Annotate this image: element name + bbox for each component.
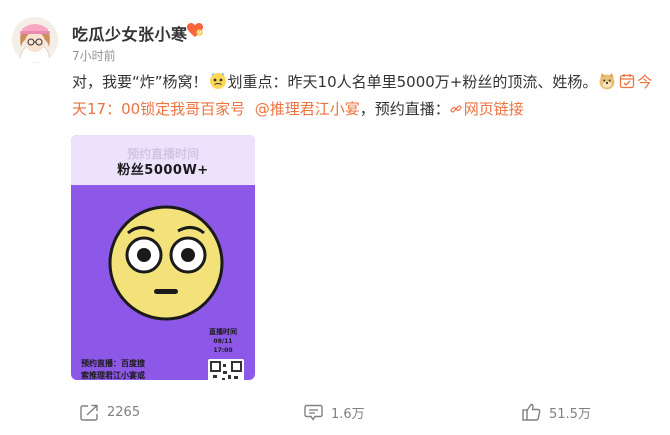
mention-link[interactable]: @推理君江小宴 <box>255 100 360 118</box>
post-time[interactable]: 7小时前 <box>72 47 116 64</box>
comment-button[interactable]: 1.6万 <box>304 402 365 422</box>
live-time-block: 直播时间 08/11 17:00 <box>199 328 247 355</box>
post-text: 对，我要“炸”杨窝！ 划重点：昨天10人名单里5000万+粉丝的顶流、姓杨。 今 天… <box>72 69 662 123</box>
qr-code <box>208 359 244 380</box>
comment-count: 1.6万 <box>331 406 365 422</box>
repost-icon <box>80 404 98 421</box>
post-text-segment: ，预约直播： <box>359 100 450 118</box>
svg-text:V: V <box>198 30 202 36</box>
repost-button[interactable]: 2265 <box>80 402 140 422</box>
avatar[interactable] <box>12 17 58 63</box>
live-date: 08/11 <box>213 338 233 345</box>
poster-note: 预约直播：百度搜 索推理君江小宴或 <box>81 358 145 380</box>
nervous-emoji-icon <box>209 72 227 90</box>
doge-emoji-icon <box>598 72 616 90</box>
web-link-label: 网页链接 <box>463 100 524 118</box>
poster-note-line: 预约直播：百度搜 <box>81 359 145 368</box>
author-name[interactable]: 吃瓜少女张小寒 <box>72 21 188 45</box>
flushed-face-illustration <box>108 205 224 321</box>
comment-icon <box>304 404 323 421</box>
like-count: 51.5万 <box>549 406 591 422</box>
like-button[interactable]: 51.5万 <box>522 402 591 422</box>
web-link[interactable]: 网页链接 <box>450 100 524 118</box>
like-icon <box>522 403 541 421</box>
topic-link-continued[interactable]: 天17：00锁定我哥百家号 <box>72 100 245 118</box>
repost-count: 2265 <box>107 404 141 420</box>
live-hour: 17:00 <box>213 347 233 354</box>
calendar-icon <box>618 72 636 90</box>
link-icon <box>450 97 462 113</box>
post-text-segment: 对，我要“炸”杨窝！ <box>72 73 208 91</box>
post-text-segment: 划重点：昨天10人名单里5000万+粉丝的顶流、姓杨。 <box>227 73 598 91</box>
poster-note-line: 索推理君江小宴或 <box>81 371 145 380</box>
poster-banner: 粉丝5000W+ <box>117 163 209 178</box>
live-time-label: 直播时间 <box>209 328 237 336</box>
vip-heart-icon[interactable]: V <box>186 22 204 38</box>
post-image[interactable]: 预约直播时间 粉丝5000W+ 直播时间 08/11 17:00 预约直播：百度… <box>71 135 255 380</box>
topic-link[interactable]: 今 <box>637 73 652 91</box>
